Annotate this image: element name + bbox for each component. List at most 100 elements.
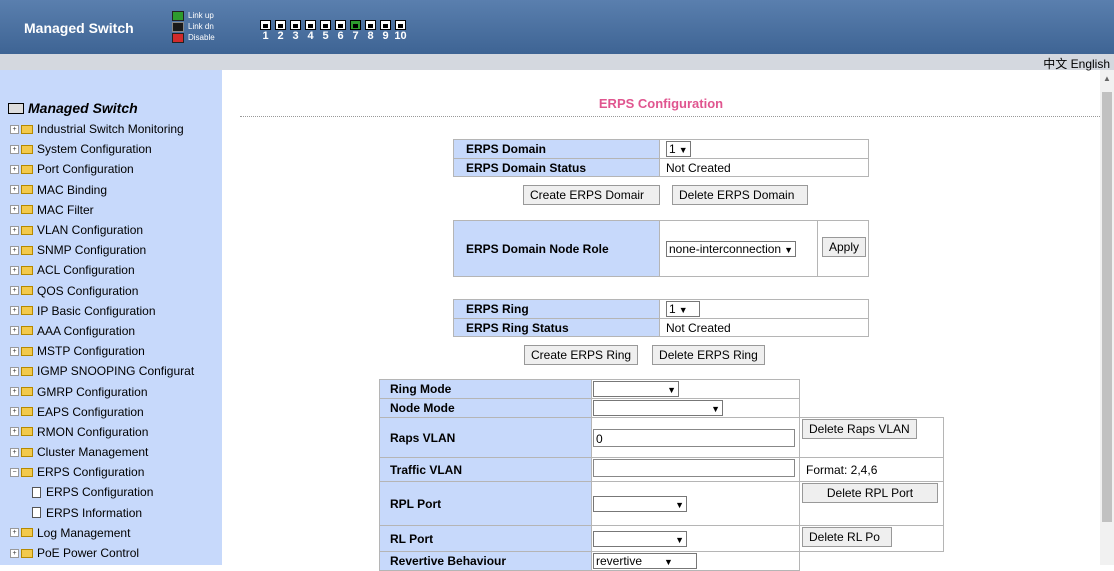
- traffic-format-hint: Format: 2,4,6: [799, 457, 944, 482]
- collapse-icon[interactable]: −: [10, 467, 19, 477]
- delete-erps-ring-button[interactable]: Delete ERPS Ring: [652, 345, 765, 365]
- delete-raps-vlan-button[interactable]: Delete Raps VLAN: [802, 419, 917, 439]
- sidebar-item[interactable]: + EAPS Configuration: [10, 402, 222, 422]
- expand-icon[interactable]: +: [10, 306, 19, 316]
- port-1[interactable]: 1: [258, 20, 273, 42]
- sidebar-item[interactable]: + RMON Configuration: [10, 422, 222, 442]
- folder-icon: [21, 366, 33, 376]
- port-2[interactable]: 2: [273, 20, 288, 42]
- raps-vlan-input[interactable]: 0: [593, 428, 795, 447]
- rpl-port-cell: ▼: [591, 481, 800, 526]
- expand-icon[interactable]: +: [10, 447, 19, 457]
- menu-tree: + Industrial Switch Monitoring + System Con…: [10, 119, 222, 563]
- expand-icon[interactable]: +: [10, 427, 19, 437]
- expand-icon[interactable]: +: [10, 366, 19, 376]
- expand-icon[interactable]: +: [10, 387, 19, 397]
- port-8[interactable]: 8: [363, 20, 378, 42]
- port-10[interactable]: 10: [393, 20, 408, 42]
- sidebar-title[interactable]: Managed Switch: [8, 100, 138, 116]
- ethernet-port-icon: [395, 20, 406, 30]
- expand-icon[interactable]: +: [10, 245, 19, 255]
- page-title: ERPS Configuration: [598, 96, 724, 111]
- expand-icon[interactable]: +: [10, 326, 19, 336]
- legend-label: Disable: [188, 33, 215, 42]
- sidebar-item[interactable]: + Cluster Management: [10, 442, 222, 462]
- expand-icon[interactable]: +: [10, 164, 19, 174]
- expand-icon[interactable]: +: [10, 548, 19, 558]
- sidebar-item[interactable]: − ERPS Configuration: [10, 462, 222, 482]
- expand-icon[interactable]: +: [10, 205, 19, 215]
- sidebar-item-label: ERPS Configuration: [37, 465, 145, 480]
- sidebar-item[interactable]: ERPS Configuration: [10, 482, 222, 502]
- sidebar-item[interactable]: + GMRP Configuration: [10, 381, 222, 401]
- sidebar-item[interactable]: + Port Configuration: [10, 159, 222, 179]
- folder-icon: [21, 286, 33, 296]
- port-3[interactable]: 3: [288, 20, 303, 42]
- port-7[interactable]: 7: [348, 20, 363, 42]
- delete-rl-port-button[interactable]: Delete RL Po: [802, 527, 892, 547]
- sidebar-item[interactable]: + SNMP Configuration: [10, 240, 222, 260]
- traffic-vlan-input[interactable]: [593, 459, 795, 477]
- expand-icon[interactable]: +: [10, 528, 19, 538]
- erps-ring-select[interactable]: 1 ▼: [666, 301, 700, 317]
- apply-button[interactable]: Apply: [822, 237, 867, 257]
- sidebar-item[interactable]: + Log Management: [10, 523, 222, 543]
- vertical-scrollbar[interactable]: ▲: [1100, 70, 1114, 565]
- delete-rpl-port-button[interactable]: Delete RPL Port: [802, 483, 938, 503]
- chevron-down-icon: ▼: [675, 534, 684, 545]
- sidebar-item[interactable]: + PoE Power Control: [10, 543, 222, 563]
- sidebar-item[interactable]: ERPS Information: [10, 503, 222, 523]
- sidebar-item[interactable]: + MAC Binding: [10, 180, 222, 200]
- sidebar-item-label: PoE Power Control: [37, 546, 140, 561]
- folder-icon: [21, 144, 33, 154]
- port-4[interactable]: 4: [303, 20, 318, 42]
- port-5[interactable]: 5: [318, 20, 333, 42]
- sidebar-item[interactable]: + QOS Configuration: [10, 281, 222, 301]
- chevron-down-icon: ▼: [675, 499, 684, 510]
- sidebar-item-label: ERPS Configuration: [46, 485, 154, 500]
- folder-icon: [21, 387, 33, 397]
- expand-icon[interactable]: +: [10, 225, 19, 235]
- sidebar-item[interactable]: + IGMP SNOOPING Configurat: [10, 361, 222, 381]
- rl-port-select[interactable]: ▼: [593, 530, 687, 547]
- port-number: 6: [337, 30, 344, 42]
- scrollbar-thumb[interactable]: [1102, 92, 1112, 522]
- lang-chinese-link[interactable]: 中文: [1043, 57, 1067, 71]
- port-6[interactable]: 6: [333, 20, 348, 42]
- erps-ring-label: ERPS Ring: [453, 299, 660, 319]
- node-mode-select[interactable]: ▼: [593, 400, 723, 416]
- sidebar-item[interactable]: + MAC Filter: [10, 200, 222, 220]
- folder-icon: [21, 548, 33, 558]
- port-number: 7: [352, 30, 359, 42]
- sidebar-item[interactable]: + IP Basic Configuration: [10, 301, 222, 321]
- revertive-select[interactable]: revertive ▼: [593, 553, 697, 569]
- create-erps-ring-button[interactable]: Create ERPS Ring: [524, 345, 639, 365]
- expand-icon[interactable]: +: [10, 407, 19, 417]
- sidebar-item[interactable]: + VLAN Configuration: [10, 220, 222, 240]
- sidebar-item[interactable]: + AAA Configuration: [10, 321, 222, 341]
- sidebar-item[interactable]: + System Configuration: [10, 139, 222, 159]
- expand-icon[interactable]: +: [10, 265, 19, 275]
- delete-erps-domain-button[interactable]: Delete ERPS Domain: [672, 185, 808, 205]
- delete-rpl-port-cell: Delete RPL Port: [799, 481, 944, 526]
- port-9[interactable]: 9: [378, 20, 393, 42]
- expand-icon[interactable]: +: [10, 346, 19, 356]
- ethernet-port-icon: [260, 20, 271, 30]
- sidebar-item[interactable]: + ACL Configuration: [10, 260, 222, 280]
- expand-icon[interactable]: +: [10, 185, 19, 195]
- sidebar-item[interactable]: + Industrial Switch Monitoring: [10, 119, 222, 139]
- rpl-port-select[interactable]: ▼: [593, 495, 687, 512]
- scroll-up-arrow-icon[interactable]: ▲: [1103, 74, 1111, 83]
- erps-domain-select[interactable]: 1 ▼: [666, 141, 691, 157]
- create-erps-domain-button[interactable]: Create ERPS Domair: [523, 185, 660, 205]
- traffic-vlan-label: Traffic VLAN: [379, 457, 592, 482]
- folder-icon: [21, 164, 33, 174]
- ethernet-port-icon: [335, 20, 346, 30]
- expand-icon[interactable]: +: [10, 144, 19, 154]
- node-role-select[interactable]: none-interconnection ▼: [666, 240, 796, 257]
- lang-english-link[interactable]: English: [1071, 57, 1110, 71]
- ring-mode-select[interactable]: ▼: [593, 381, 679, 397]
- expand-icon[interactable]: +: [10, 124, 19, 134]
- sidebar-item[interactable]: + MSTP Configuration: [10, 341, 222, 361]
- expand-icon[interactable]: +: [10, 286, 19, 296]
